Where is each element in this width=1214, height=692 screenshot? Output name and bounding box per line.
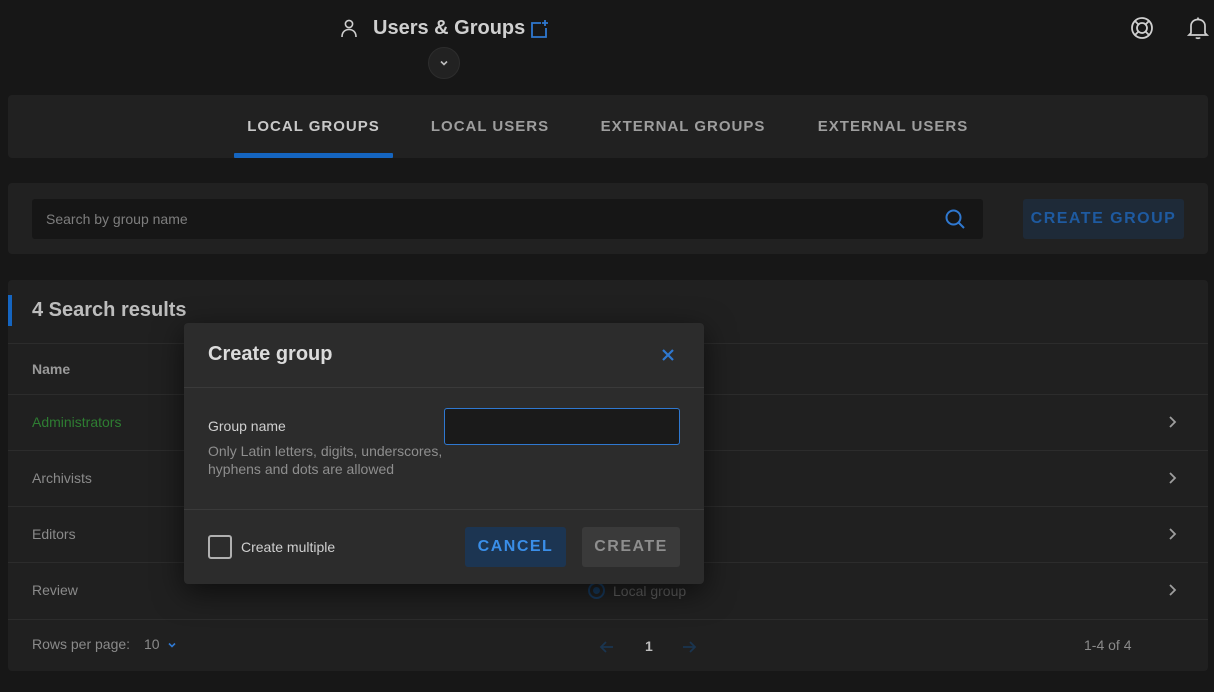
chevron-right-icon[interactable] [1165,470,1179,486]
cancel-button[interactable]: CANCEL [465,527,566,567]
rows-per-page-label: Rows per page: [32,636,131,652]
group-name-hint: Only Latin letters, digits, underscores,… [208,443,443,477]
table-row-name[interactable]: Administrators [32,414,121,430]
tab-external-users[interactable]: EXTERNAL USERS [805,95,981,158]
chevron-right-icon[interactable] [1165,414,1179,430]
tab-external-groups[interactable]: EXTERNAL GROUPS [588,95,778,158]
previous-page-arrow-icon[interactable] [598,639,616,655]
search-placeholder: Search by group name [46,211,188,227]
dialog-divider [184,509,704,510]
results-count-title: 4 Search results [32,299,187,321]
page-title: Users & Groups [373,17,526,39]
current-page-number[interactable]: 1 [645,638,653,654]
chevron-right-icon[interactable] [1165,582,1179,598]
add-window-icon[interactable] [528,18,550,40]
close-icon[interactable] [659,346,677,364]
search-icon[interactable] [944,208,966,230]
pagination-range: 1-4 of 4 [1084,637,1132,653]
dialog-title: Create group [208,343,333,365]
collapse-header-button[interactable] [428,47,460,79]
column-header-name[interactable]: Name [32,361,70,377]
results-accent-bar [8,295,12,326]
tab-local-users[interactable]: LOCAL USERS [418,95,562,158]
chevron-down-icon [438,57,450,69]
table-row-name[interactable]: Archivists [32,470,92,486]
tab-local-groups[interactable]: LOCAL GROUPS [234,95,393,158]
active-tab-indicator [234,153,393,158]
lifebuoy-icon[interactable] [1129,15,1155,41]
dialog-divider [184,387,704,388]
local-group-radio-icon [588,582,605,599]
table-row-name[interactable]: Review [32,582,78,598]
group-type-label: Local group [613,582,687,599]
chevron-right-icon[interactable] [1165,526,1179,542]
chevron-down-icon[interactable] [166,639,178,651]
rows-per-page-select[interactable]: 10 [144,636,160,652]
bell-icon[interactable] [1186,15,1210,41]
group-type-cell: Local group [588,582,686,599]
next-page-arrow-icon[interactable] [680,639,698,655]
group-name-label: Group name [208,418,286,434]
create-multiple-checkbox[interactable] [208,535,232,559]
table-row-name[interactable]: Editors [32,526,76,542]
group-name-input[interactable] [444,408,680,445]
create-multiple-label[interactable]: Create multiple [241,539,335,555]
user-icon [338,17,360,39]
create-group-button[interactable]: CREATE GROUP [1023,199,1184,239]
divider [8,619,1208,620]
create-button[interactable]: CREATE [582,527,680,567]
